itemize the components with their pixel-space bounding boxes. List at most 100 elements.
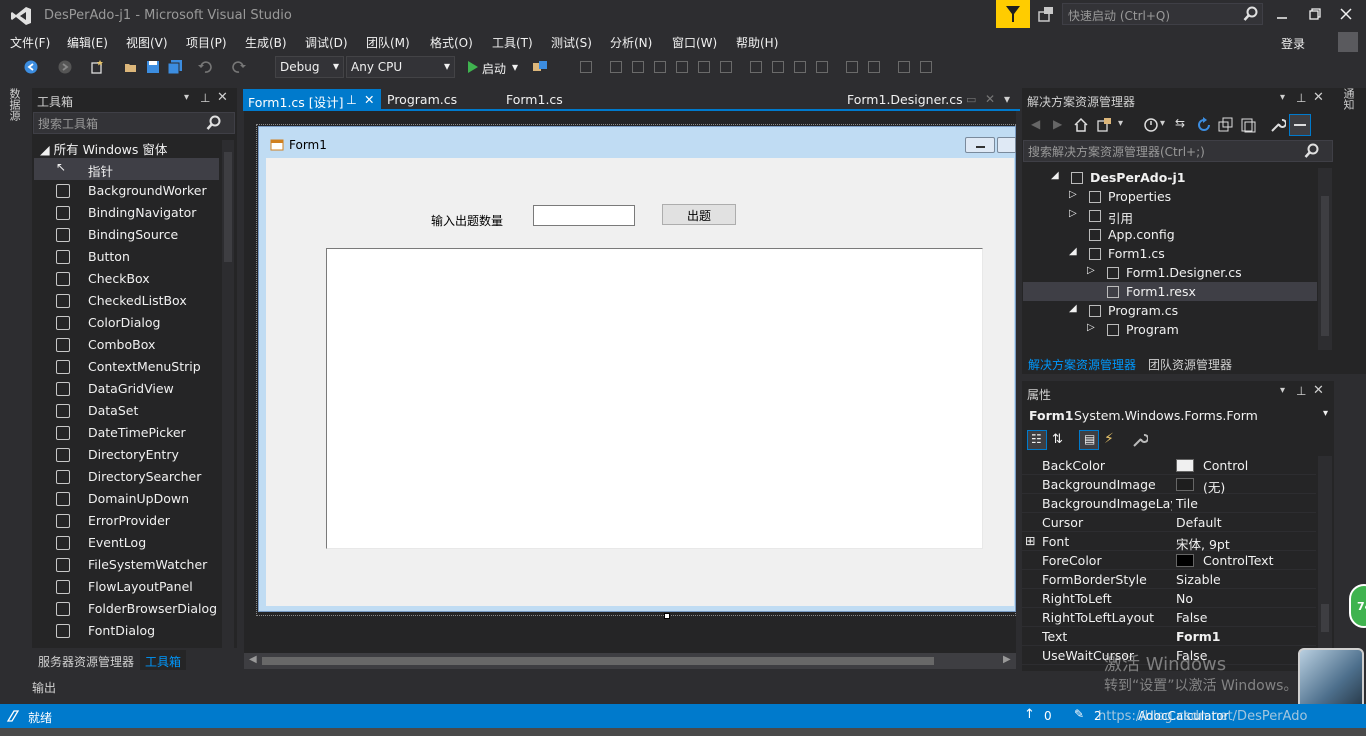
- properties-wrench-icon[interactable]: [1270, 117, 1286, 133]
- property-row[interactable]: BackgroundImage (无): [1022, 475, 1316, 495]
- preview-selected-button[interactable]: [1289, 114, 1311, 136]
- show-all-files-icon[interactable]: [1240, 117, 1256, 133]
- refresh-icon[interactable]: [1196, 117, 1212, 133]
- undo-icon[interactable]: [198, 60, 212, 74]
- menu-window[interactable]: 窗口(W): [672, 34, 717, 51]
- tree-item[interactable]: ◢ DesPerAdo-j1: [1023, 168, 1317, 187]
- layout-grid-icon[interactable]: [580, 61, 592, 73]
- feedback-icon[interactable]: [1036, 4, 1056, 24]
- solution-platform-select[interactable]: Any CPU ▾: [346, 56, 455, 78]
- menu-test[interactable]: 测试(S): [551, 34, 592, 51]
- scroll-right-icon[interactable]: ▶: [1003, 654, 1011, 665]
- close-icon[interactable]: ✕: [217, 90, 228, 105]
- solution-scroll-thumb[interactable]: [1321, 196, 1329, 336]
- sync-icon[interactable]: ⇆: [1175, 116, 1185, 130]
- form-maximize-button[interactable]: [997, 137, 1016, 153]
- designer-scroll-thumb[interactable]: [262, 657, 934, 665]
- toolbox-item[interactable]: FlowLayoutPanel: [34, 576, 219, 598]
- tree-item[interactable]: ▷ Properties: [1023, 187, 1317, 206]
- menu-view[interactable]: 视图(V): [126, 34, 168, 51]
- make-same-height-icon[interactable]: [772, 61, 784, 73]
- property-row[interactable]: Cursor Default: [1022, 513, 1316, 532]
- home-icon[interactable]: [1073, 117, 1089, 133]
- property-row[interactable]: Text Form1: [1022, 627, 1316, 646]
- expanded-arrow-icon[interactable]: ◢: [1069, 303, 1077, 314]
- output-textbox[interactable]: [326, 248, 983, 549]
- property-value[interactable]: Control: [1203, 458, 1248, 473]
- tab-overflow-icon[interactable]: ▭: [966, 93, 976, 106]
- toolbox-item[interactable]: DateTimePicker: [34, 422, 219, 444]
- restore-icon[interactable]: [1303, 4, 1327, 24]
- browser-link-icon[interactable]: [533, 60, 547, 74]
- property-value[interactable]: Form1: [1176, 629, 1221, 644]
- resize-handle[interactable]: [664, 613, 670, 619]
- tree-item[interactable]: ◢ Form1.cs: [1023, 244, 1317, 263]
- pin-icon[interactable]: ⊥: [200, 91, 210, 105]
- toolbox-group-header[interactable]: ◢ 所有 Windows 窗体: [40, 139, 167, 158]
- quick-launch-input[interactable]: 快速启动 (Ctrl+Q): [1062, 3, 1263, 25]
- horizontal-spacing-icon[interactable]: [846, 61, 858, 73]
- back-icon[interactable]: [24, 60, 38, 74]
- pin-icon[interactable]: ⊥: [1296, 384, 1306, 398]
- close-icon[interactable]: ✕: [985, 92, 995, 106]
- redo-icon[interactable]: [232, 60, 246, 74]
- form-minimize-button[interactable]: [965, 137, 995, 153]
- pencil-icon[interactable]: ✎: [1074, 707, 1084, 721]
- toolbox-item[interactable]: ColorDialog: [34, 312, 219, 334]
- switch-views-icon[interactable]: [1097, 117, 1113, 133]
- tree-item[interactable]: ▷ Program: [1023, 320, 1317, 339]
- expand-icon[interactable]: ⊞: [1025, 533, 1035, 548]
- toolbox-item[interactable]: DirectoryEntry: [34, 444, 219, 466]
- open-file-icon[interactable]: [124, 60, 138, 74]
- minimize-icon[interactable]: [1270, 4, 1294, 24]
- menu-file[interactable]: 文件(F): [10, 34, 50, 51]
- solution-configuration-select[interactable]: Debug ▾: [275, 56, 344, 78]
- properties-view-button[interactable]: ▤: [1079, 430, 1099, 450]
- menu-help[interactable]: 帮助(H): [736, 34, 778, 51]
- toolbox-item[interactable]: Button: [34, 246, 219, 268]
- toolbox-item[interactable]: CheckBox: [34, 268, 219, 290]
- vertical-spacing-icon[interactable]: [868, 61, 880, 73]
- properties-scrollbar[interactable]: [1318, 456, 1332, 666]
- property-value[interactable]: Tile: [1176, 496, 1198, 511]
- menu-tools[interactable]: 工具(T): [492, 34, 533, 51]
- send-to-back-icon[interactable]: [920, 61, 932, 73]
- align-rights-icon[interactable]: [654, 61, 666, 73]
- align-centers-icon[interactable]: [632, 61, 644, 73]
- collapsed-arrow-icon[interactable]: ▷: [1069, 208, 1077, 219]
- data-sources-side-tab[interactable]: 数据源: [6, 88, 28, 128]
- collapsed-arrow-icon[interactable]: ▷: [1087, 265, 1095, 276]
- chevron-down-icon[interactable]: ▾: [1118, 118, 1123, 129]
- property-row[interactable]: BackgroundImageLayout Tile: [1022, 494, 1316, 513]
- new-project-icon[interactable]: [90, 60, 104, 74]
- property-value[interactable]: Sizable: [1176, 572, 1221, 587]
- solution-scrollbar[interactable]: [1318, 168, 1332, 350]
- tab-program-cs[interactable]: Program.cs: [382, 89, 500, 111]
- tree-item[interactable]: Form1.resx: [1023, 282, 1317, 301]
- toolbox-item[interactable]: ComboBox: [34, 334, 219, 356]
- toolbox-scrollbar[interactable]: [222, 140, 234, 648]
- network-speed-badge[interactable]: 74: [1349, 584, 1366, 628]
- expanded-arrow-icon[interactable]: ◢: [1051, 170, 1059, 181]
- tab-form1-designer-cs[interactable]: Form1.Designer.cs: [842, 89, 963, 111]
- login-link[interactable]: 登录: [1281, 35, 1305, 52]
- back-icon[interactable]: ◀: [1031, 117, 1040, 131]
- account-icon[interactable]: [1338, 32, 1358, 52]
- toolbox-item[interactable]: FolderBrowserDialog: [34, 598, 219, 620]
- align-middles-icon[interactable]: [698, 61, 710, 73]
- unpublished-count[interactable]: 0: [1044, 709, 1052, 723]
- toolbox-scroll-thumb[interactable]: [224, 152, 232, 262]
- designer-scrollbar[interactable]: ◀ ▶: [244, 653, 1016, 669]
- property-row[interactable]: BackColor Control: [1022, 456, 1316, 475]
- align-tops-icon[interactable]: [676, 61, 688, 73]
- scroll-left-icon[interactable]: ◀: [249, 654, 257, 665]
- server-explorer-tab[interactable]: 服务器资源管理器: [38, 653, 134, 670]
- pin-icon[interactable]: ⊥: [1296, 91, 1306, 105]
- align-bottoms-icon[interactable]: [720, 61, 732, 73]
- toolbox-item[interactable]: DomainUpDown: [34, 488, 219, 510]
- property-row[interactable]: RightToLeftLayout False: [1022, 608, 1316, 627]
- size-to-grid-icon[interactable]: [816, 61, 828, 73]
- property-row[interactable]: RightToLeft No: [1022, 589, 1316, 608]
- close-icon[interactable]: [1334, 4, 1358, 24]
- close-icon[interactable]: ✕: [1313, 383, 1324, 398]
